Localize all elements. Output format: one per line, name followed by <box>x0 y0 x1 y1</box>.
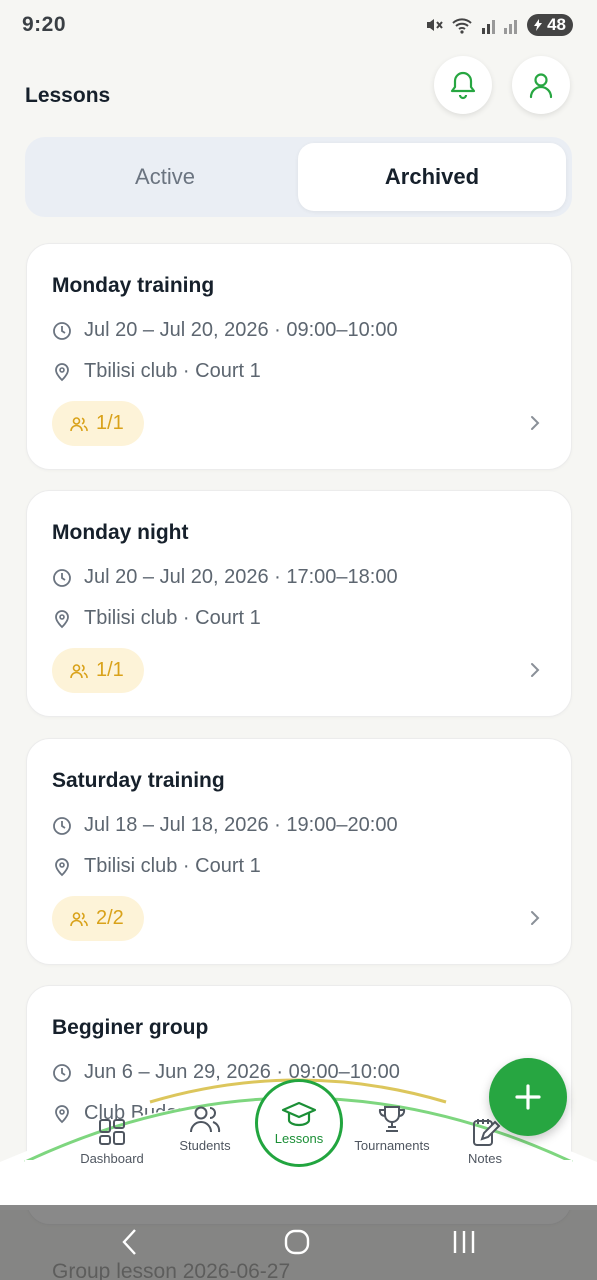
next-card-peek: Group lesson 2026-06-27 <box>52 1260 291 1280</box>
lesson-time-row: Jul 20 – Jul 20, 2026 · 17:00–18:00 <box>52 566 398 589</box>
lesson-location-row: Tbilisi club · Court 1 <box>52 360 261 383</box>
chevron-right-icon <box>531 911 540 925</box>
user-icon <box>529 73 553 99</box>
lesson-card[interactable]: Monday training Jul 20 – Jul 20, 2026 · … <box>26 243 572 470</box>
participants-count: 1/1 <box>96 412 124 434</box>
battery-indicator: 48 <box>527 14 573 36</box>
bottom-nav-panel <box>25 1160 572 1210</box>
clock-icon <box>53 568 71 587</box>
lesson-time: Jul 20 – Jul 20, 2026 · 17:00–18:00 <box>84 566 398 588</box>
nav-lessons[interactable]: Lessons <box>255 1079 343 1167</box>
participants-count: 2/2 <box>96 907 124 929</box>
nav-label: Tournaments <box>354 1138 430 1153</box>
graduation-cap-icon <box>281 1101 317 1127</box>
trophy-icon <box>378 1106 406 1132</box>
location-pin-icon <box>55 362 69 381</box>
recent-apps-icon[interactable] <box>451 1227 477 1257</box>
lesson-title: Monday night <box>52 521 189 544</box>
nav-label: Students <box>179 1138 231 1153</box>
dashboard-icon <box>99 1119 125 1145</box>
chevron-right-icon <box>531 663 540 677</box>
lesson-location-row: Tbilisi club · Court 1 <box>52 607 261 630</box>
participants-badge: 2/2 <box>52 896 144 941</box>
clock-icon <box>53 816 71 835</box>
nav-dashboard[interactable]: Dashboard <box>67 1117 157 1166</box>
nav-label: Notes <box>468 1151 502 1166</box>
page-title: Lessons <box>25 84 111 107</box>
lesson-card[interactable]: Saturday training Jul 18 – Jul 18, 2026 … <box>26 738 572 965</box>
signal-icon <box>482 20 518 34</box>
lesson-title: Saturday training <box>52 769 225 792</box>
home-icon[interactable] <box>283 1227 311 1257</box>
participants-badge: 1/1 <box>52 401 144 446</box>
lesson-location: Tbilisi club · Court 1 <box>84 360 261 382</box>
lesson-location-row: Tbilisi club · Court 1 <box>52 855 261 878</box>
lesson-time: Jun 6 – Jun 29, 2026 · 09:00–10:00 <box>84 1061 400 1083</box>
users-icon <box>190 1106 221 1133</box>
clock-icon <box>53 1063 71 1082</box>
nav-tournaments[interactable]: Tournaments <box>347 1104 437 1153</box>
lesson-card[interactable]: Monday night Jul 20 – Jul 20, 2026 · 17:… <box>26 490 572 717</box>
chevron-right-icon <box>531 416 540 430</box>
status-icons: 48 <box>424 14 573 36</box>
lesson-location: Tbilisi club · Court 1 <box>84 855 261 877</box>
nav-students[interactable]: Students <box>160 1104 250 1153</box>
location-pin-icon <box>55 857 69 876</box>
notifications-button[interactable] <box>434 56 492 114</box>
users-icon <box>70 911 88 926</box>
location-pin-icon <box>55 609 69 628</box>
lesson-time-row: Jul 20 – Jul 20, 2026 · 09:00–10:00 <box>52 319 398 342</box>
lesson-time: Jul 20 – Jul 20, 2026 · 09:00–10:00 <box>84 319 398 341</box>
status-bar: 9:20 48 <box>0 0 597 52</box>
participants-count: 1/1 <box>96 659 124 681</box>
lesson-time-row: Jun 6 – Jun 29, 2026 · 09:00–10:00 <box>52 1061 400 1084</box>
tab-active[interactable]: Active <box>31 143 299 211</box>
nav-label: Dashboard <box>80 1151 144 1166</box>
back-icon[interactable] <box>118 1227 142 1257</box>
lesson-title: Monday training <box>52 274 215 297</box>
system-navigation-bar: Group lesson 2026-06-27 <box>0 1205 597 1280</box>
users-icon <box>70 663 88 678</box>
lesson-location: Tbilisi club · Court 1 <box>84 607 261 629</box>
tab-archived[interactable]: Archived <box>298 143 566 211</box>
lesson-time-row: Jul 18 – Jul 18, 2026 · 19:00–20:00 <box>52 814 398 837</box>
add-lesson-button[interactable] <box>489 1058 567 1136</box>
bell-icon <box>450 71 476 100</box>
profile-button[interactable] <box>512 56 570 114</box>
users-icon <box>70 416 88 431</box>
participants-badge: 1/1 <box>52 648 144 693</box>
lesson-status-tabs: Active Archived <box>25 137 572 217</box>
lesson-title: Begginer group <box>52 1016 209 1039</box>
plus-icon <box>515 1084 541 1110</box>
wifi-icon <box>452 18 472 34</box>
nav-label: Lessons <box>274 1131 324 1146</box>
notes-icon <box>473 1119 501 1146</box>
lesson-time: Jul 18 – Jul 18, 2026 · 19:00–20:00 <box>84 814 398 836</box>
charging-icon <box>534 19 543 31</box>
clock-icon <box>53 321 71 340</box>
status-time: 9:20 <box>22 13 67 36</box>
battery-level: 48 <box>547 15 566 34</box>
mute-icon <box>427 19 443 31</box>
